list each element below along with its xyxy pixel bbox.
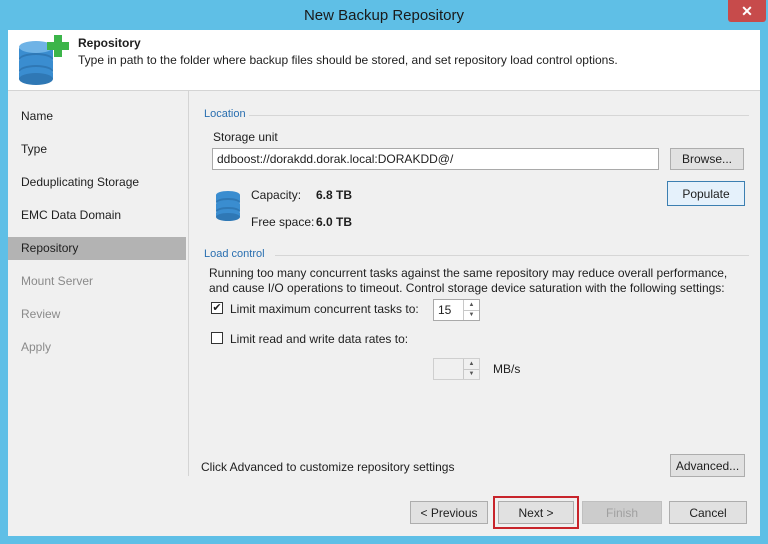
limit-tasks-label[interactable]: Limit maximum concurrent tasks to:	[230, 302, 419, 316]
nav-step-apply: Apply	[21, 340, 52, 354]
advanced-button[interactable]: Advanced...	[670, 454, 745, 477]
wizard-content: Location Storage unit Browse... Capacity…	[189, 91, 760, 477]
storage-unit-label: Storage unit	[213, 130, 278, 144]
nav-step-name[interactable]: Name	[8, 105, 186, 128]
database-add-icon	[19, 35, 69, 85]
load-control-divider	[275, 255, 749, 256]
rate-unit-label: MB/s	[493, 362, 521, 376]
nav-step-repository[interactable]: Repository	[8, 237, 186, 260]
load-control-description-2: and cause I/O operations to timeout. Con…	[209, 281, 725, 295]
capacity-value: 6.8 TB	[316, 188, 353, 202]
nav-step-emc-data-domain[interactable]: EMC Data Domain	[8, 204, 186, 227]
limit-tasks-spin-buttons: ▲ ▼	[463, 300, 479, 320]
location-divider	[249, 115, 749, 116]
wizard-steps-nav: Name Type Deduplicating Storage EMC Data…	[8, 91, 189, 476]
previous-button[interactable]: < Previous	[410, 501, 488, 524]
page-title: Repository	[78, 36, 141, 50]
load-control-description-1: Running too many concurrent tasks agains…	[209, 266, 728, 280]
limit-rate-spin-buttons: ▲ ▼	[463, 359, 479, 379]
next-button[interactable]: Next >	[498, 501, 574, 524]
storage-unit-input[interactable]	[212, 148, 659, 170]
window-title: New Backup Repository	[303, 7, 465, 24]
nav-step-mount-server: Mount Server	[21, 274, 94, 288]
wizard-footer: < Previous Next > Finish Cancel	[8, 476, 760, 536]
nav-step-deduplicating-storage[interactable]: Deduplicating Storage	[8, 171, 186, 194]
cancel-button[interactable]: Cancel	[669, 501, 747, 524]
spin-down-icon: ▼	[468, 371, 475, 377]
free-space-value: 6.0 TB	[316, 215, 353, 229]
limit-tasks-stepper[interactable]: 15 ▲ ▼	[433, 299, 480, 321]
limit-rate-label[interactable]: Limit read and write data rates to:	[230, 332, 408, 346]
storage-capacity-icon	[216, 191, 240, 221]
page-description: Type in path to the folder where backup …	[78, 53, 618, 67]
close-button[interactable]: ✕	[728, 0, 766, 22]
location-section-label: Location	[204, 108, 246, 120]
capacity-label: Capacity:	[251, 188, 302, 202]
advanced-hint: Click Advanced to customize repository s…	[201, 460, 455, 474]
load-control-section-label: Load control	[204, 248, 265, 260]
title-bar[interactable]: New Backup Repository ✕	[0, 0, 768, 30]
free-space-label: Free space:	[251, 215, 315, 229]
limit-rate-stepper: ▲ ▼	[433, 358, 480, 380]
limit-tasks-value[interactable]: 15	[438, 303, 451, 317]
populate-button[interactable]: Populate	[667, 181, 745, 206]
nav-step-type[interactable]: Type	[8, 138, 186, 161]
nav-step-review: Review	[21, 307, 61, 321]
wizard-client-area: Repository Type in path to the folder wh…	[8, 30, 760, 536]
spin-down-icon[interactable]: ▼	[464, 310, 479, 320]
limit-tasks-checkbox[interactable]: ✔	[211, 302, 223, 314]
wizard-window: New Backup Repository ✕ Repository Type …	[0, 0, 768, 544]
limit-rate-checkbox[interactable]	[211, 332, 223, 344]
wizard-header: Repository Type in path to the folder wh…	[8, 30, 760, 91]
browse-button[interactable]: Browse...	[670, 148, 744, 170]
finish-button: Finish	[582, 501, 662, 524]
